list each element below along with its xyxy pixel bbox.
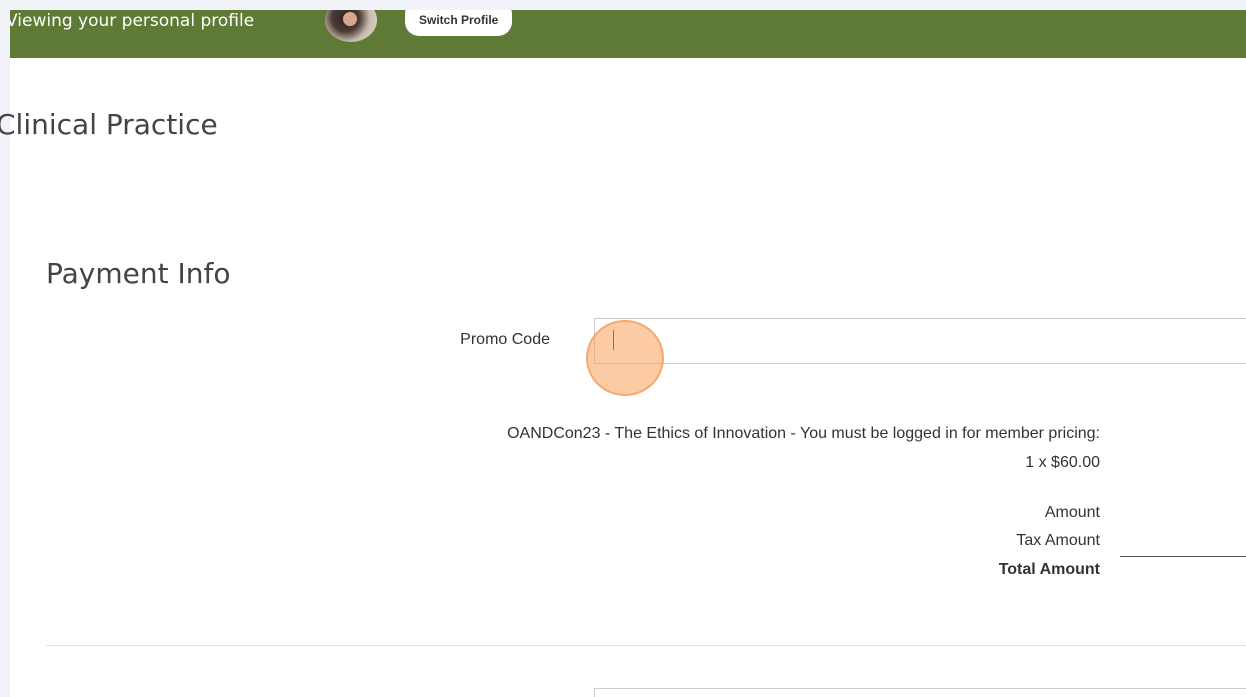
switch-profile-label: Switch Profile bbox=[419, 13, 499, 27]
line-item-quantity-price: 1 x $60.00 bbox=[1025, 454, 1100, 471]
page: Viewing your personal profile Switch Pro… bbox=[0, 0, 1246, 697]
subtotal-divider bbox=[1120, 556, 1246, 557]
avatar[interactable] bbox=[325, 10, 377, 42]
click-indicator bbox=[586, 320, 664, 396]
tax-amount-label: Tax Amount bbox=[1016, 532, 1100, 549]
avatar-face bbox=[343, 12, 357, 26]
profile-banner: Viewing your personal profile Switch Pro… bbox=[10, 10, 1246, 58]
switch-profile-button[interactable]: Switch Profile bbox=[405, 10, 513, 36]
page-title: Clinical Practice bbox=[0, 108, 218, 141]
next-input-field[interactable] bbox=[594, 688, 1246, 697]
section-divider bbox=[46, 645, 1246, 646]
amount-label: Amount bbox=[1044, 504, 1100, 521]
window-left-edge bbox=[0, 0, 10, 697]
line-item-description: OANDCon23 - The Ethics of Innovation - Y… bbox=[507, 425, 1100, 442]
window-top-edge bbox=[0, 0, 1246, 10]
promo-code-input[interactable] bbox=[594, 318, 1246, 364]
total-amount-label: Total Amount bbox=[998, 561, 1100, 578]
promo-code-label: Promo Code bbox=[460, 331, 550, 348]
banner-viewing-text: Viewing your personal profile bbox=[10, 11, 255, 31]
payment-info-heading: Payment Info bbox=[46, 257, 231, 290]
